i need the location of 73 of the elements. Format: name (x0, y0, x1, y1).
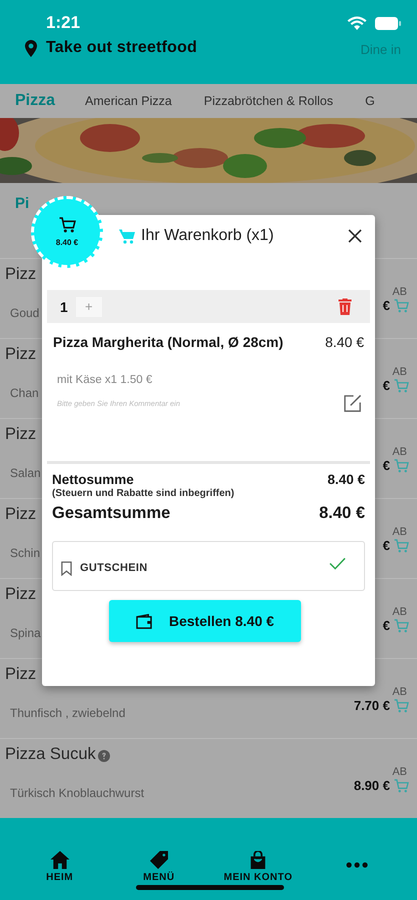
product-price: 8.90 € (354, 778, 390, 793)
edit-icon[interactable] (343, 394, 362, 413)
tax-note: (Steuern und Rabatte sind inbegriffen) (52, 488, 236, 499)
price-prefix: AB (392, 686, 407, 698)
add-to-cart-icon[interactable] (394, 458, 409, 472)
order-button[interactable]: Bestellen 8.40 € (108, 600, 300, 642)
add-to-cart-icon[interactable] (394, 618, 409, 632)
category-tab[interactable]: G (365, 94, 375, 108)
wallet-icon (134, 614, 154, 628)
product-description: Türkisch Knoblauchwurst (9, 786, 144, 800)
product-name: Pizz (5, 265, 36, 284)
location-name: Take out streetfood (46, 39, 198, 57)
product-name: Pizz (5, 665, 36, 684)
cart-icon (58, 217, 76, 233)
net-total-label: Nettosumme (52, 472, 134, 487)
price-prefix: AB (392, 286, 407, 298)
dialog-title: Ihr Warenkorb (x1) (141, 227, 275, 245)
add-to-cart-icon[interactable] (394, 698, 409, 712)
add-to-cart-icon[interactable] (394, 378, 409, 392)
voucher-field[interactable]: GUTSCHEIN (52, 541, 365, 591)
product-description: Spina (9, 626, 41, 640)
shopping-bag-icon (249, 851, 268, 869)
category-tab[interactable]: Pizzabrötchen & Rollos (204, 94, 334, 108)
price-prefix: AB (392, 446, 407, 458)
cart-total: 8.40 € (56, 238, 78, 247)
grand-total-label: Gesamtsumme (52, 504, 170, 523)
cart-icon (119, 228, 135, 244)
price-prefix: AB (392, 366, 407, 378)
item-extra: mit Käse x1 1.50 € (57, 374, 154, 386)
product-price: € (382, 378, 390, 393)
info-icon[interactable] (98, 750, 110, 762)
add-to-cart-icon[interactable] (394, 298, 409, 312)
nav-item[interactable]: HEIM (10, 818, 110, 884)
product-name: Pizz (5, 345, 36, 364)
net-total-value: 8.40 € (327, 472, 365, 487)
price-prefix: AB (392, 526, 407, 538)
product-price: € (382, 618, 390, 633)
cart-total-bubble[interactable]: 8.40 € (31, 196, 103, 268)
product-price: € (382, 298, 390, 313)
product-price: € (382, 458, 390, 473)
grand-total-value: 8.40 € (319, 504, 365, 523)
wifi-icon (347, 16, 367, 30)
product-name: Pizz (5, 505, 36, 524)
add-to-cart-icon[interactable] (394, 538, 409, 552)
close-icon[interactable] (348, 229, 362, 243)
status-time: 1:21 (46, 13, 82, 33)
nav-item[interactable]: MENÜ (109, 818, 208, 884)
category-tab[interactable]: American Pizza (85, 94, 172, 108)
item-name: Pizza Margherita (Normal, Ø 28cm) (53, 334, 284, 350)
product-description: Schin (9, 546, 40, 560)
battery-icon (375, 16, 401, 30)
quantity-value: 1 (60, 298, 68, 314)
nav-item[interactable]: MEIN KONTO (208, 818, 308, 884)
home-icon (50, 851, 70, 869)
product-price: € (382, 538, 390, 553)
more-icon (346, 862, 368, 868)
product-description: Goud (9, 306, 40, 320)
add-to-cart-icon[interactable] (394, 778, 409, 792)
trash-icon[interactable] (338, 298, 352, 315)
product-name: Pizz (5, 585, 36, 604)
product-description: Salan (9, 466, 41, 480)
product-name: Pizz (5, 425, 36, 444)
product-name: Pizza Sucuk (5, 745, 96, 764)
product-description: Chan (9, 386, 39, 400)
price-prefix: AB (392, 606, 407, 618)
product-description: Thunfisch , zwiebelnd (9, 706, 126, 720)
product-price: 7.70 € (354, 698, 390, 713)
section-title: Pi (15, 195, 30, 212)
item-price: 8.40 € (325, 334, 364, 350)
tag-icon (148, 851, 169, 869)
location-pin-icon (25, 40, 37, 56)
bookmark-icon (61, 560, 72, 576)
price-prefix: AB (392, 766, 407, 778)
